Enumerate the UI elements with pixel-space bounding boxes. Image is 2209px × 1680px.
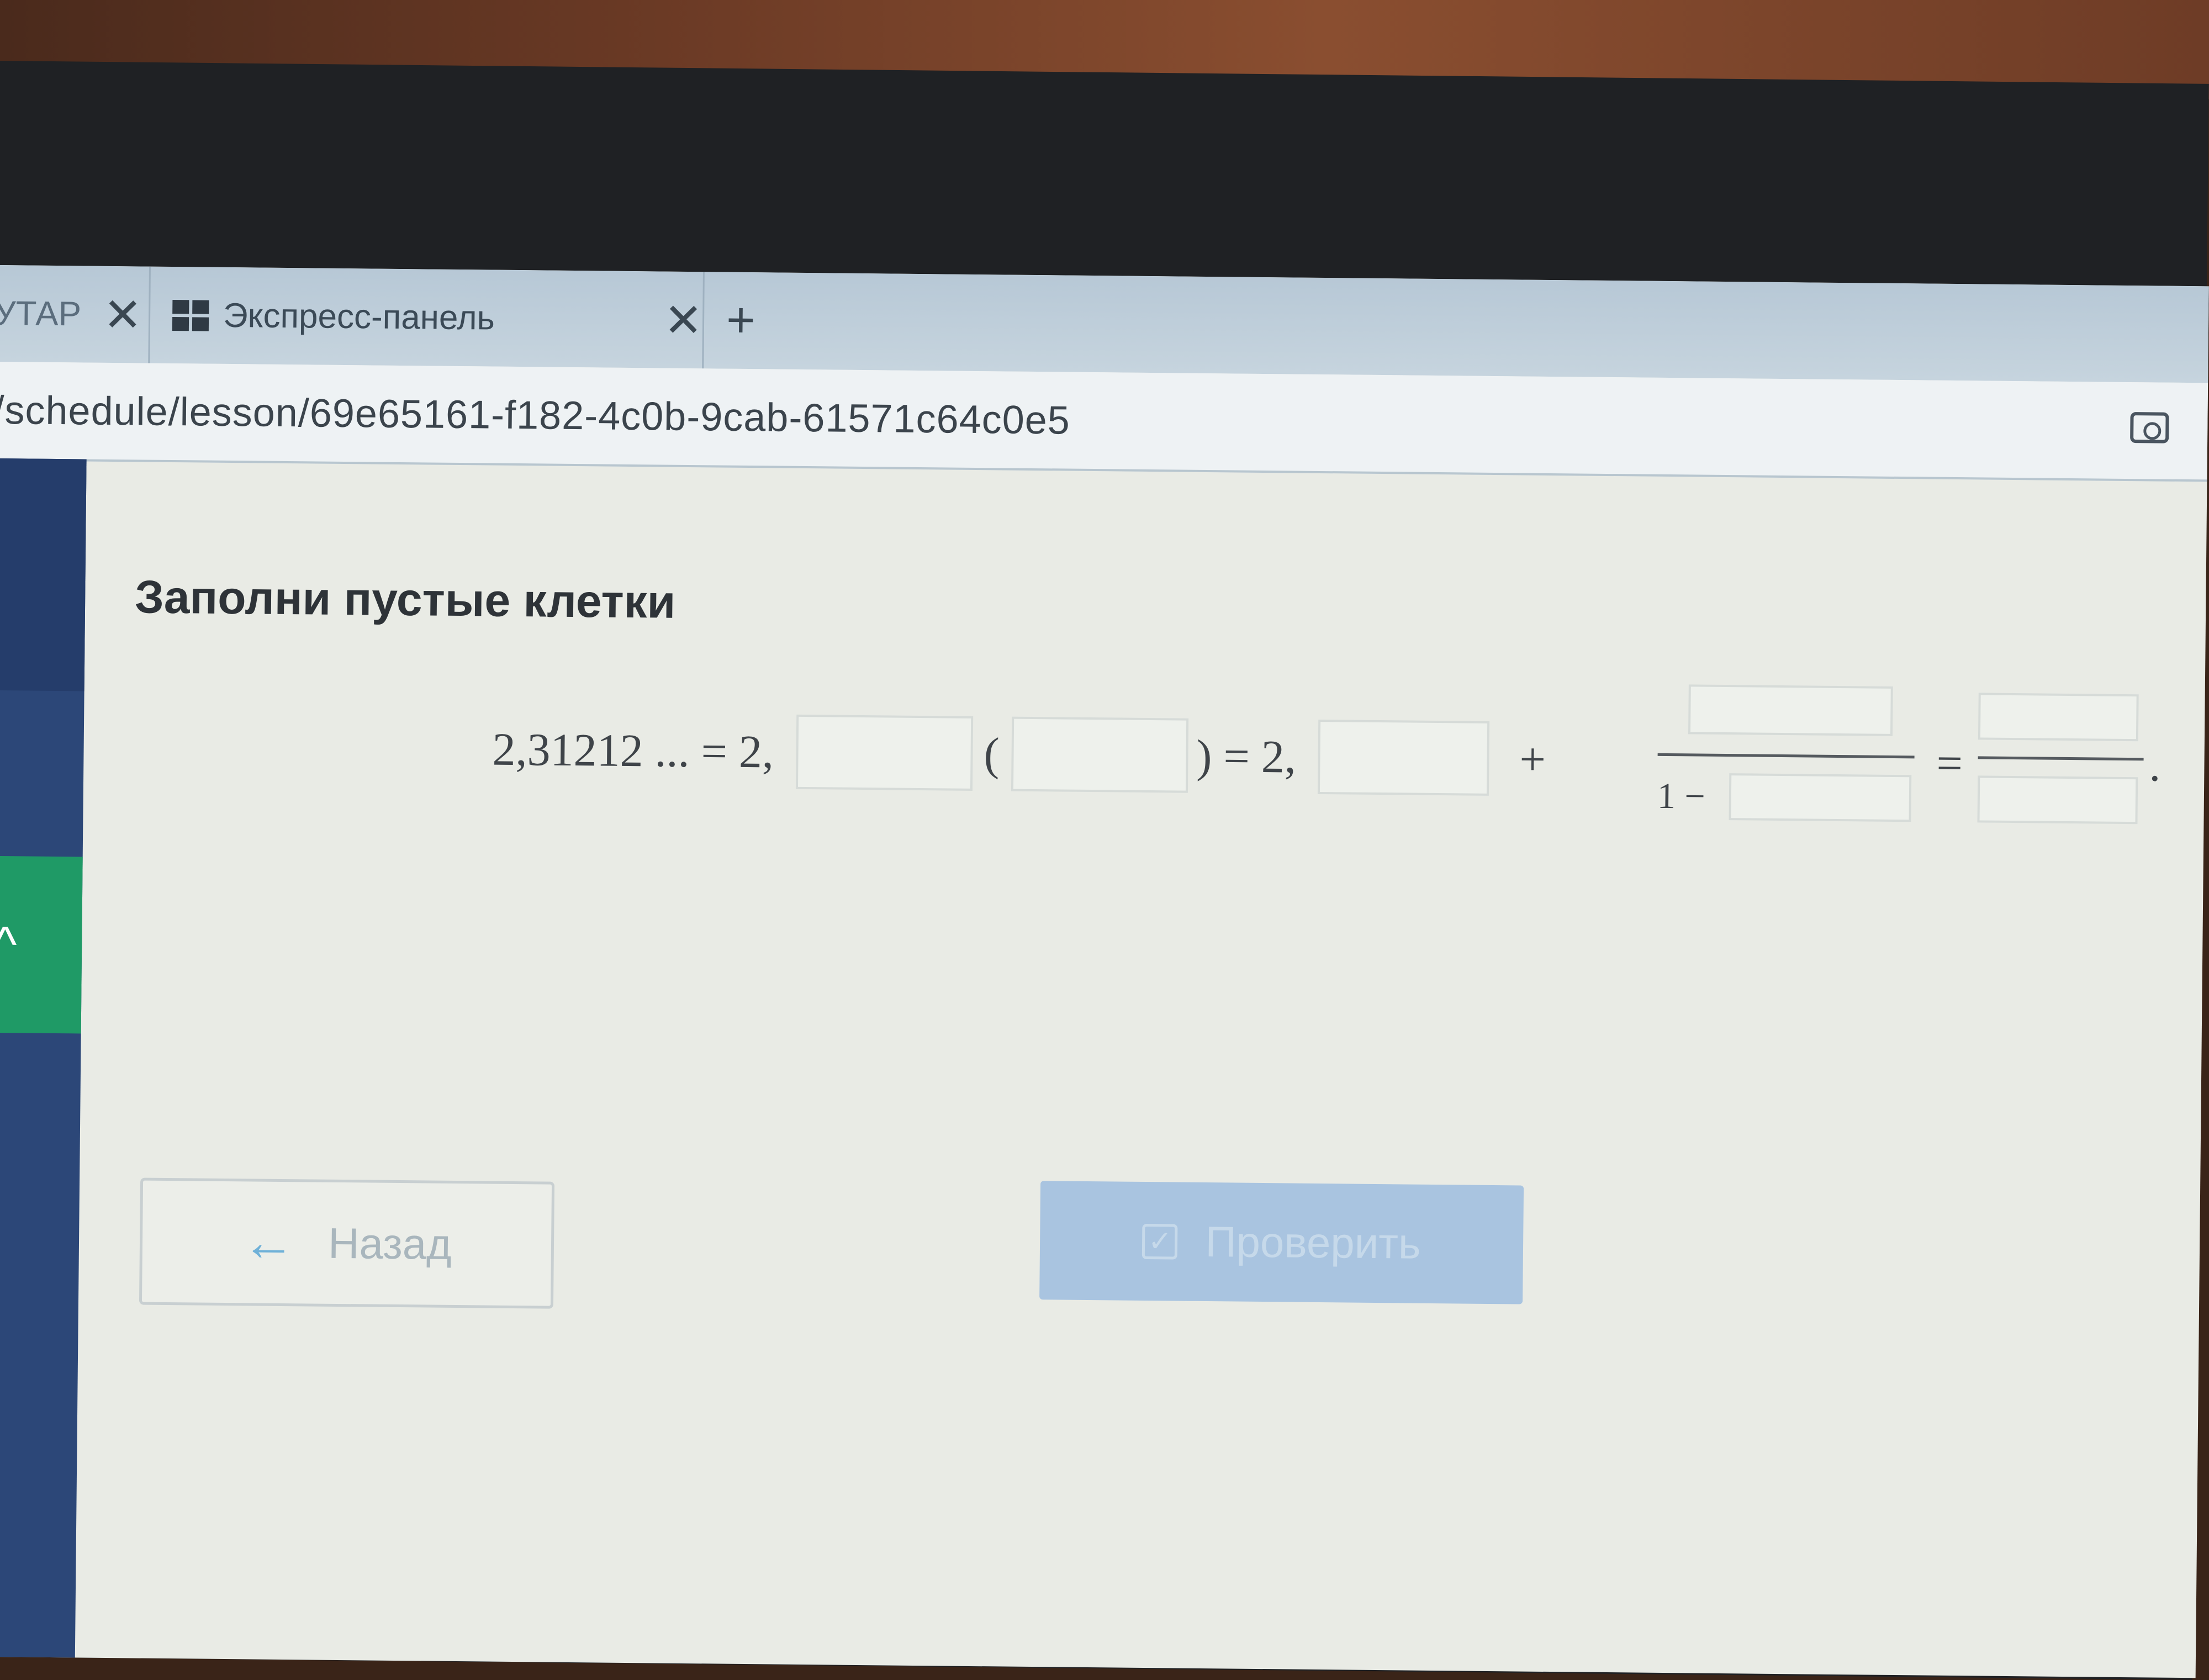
result-denominator-box[interactable] <box>1977 775 2138 825</box>
tab-label: УТАР <box>0 294 82 334</box>
back-button-label: Назад <box>327 1218 452 1269</box>
answer-box-1[interactable] <box>795 714 974 791</box>
back-button[interactable]: ← Назад <box>139 1177 555 1309</box>
new-tab-button[interactable]: + <box>726 292 756 349</box>
period: . <box>2149 739 2161 791</box>
result-numerator-box[interactable] <box>1978 693 2139 742</box>
url-text[interactable]: /schedule/lesson/69e65161-f182-4c0b-9cab… <box>0 387 1070 443</box>
browser-window: УТАР ✕ Экспресс-панель ✕ + /schedule/les… <box>0 265 2209 1678</box>
check-button[interactable]: ✓ Проверить <box>1039 1181 1524 1304</box>
result-fraction-line <box>1978 756 2144 761</box>
equals-sign: = <box>1936 737 1963 790</box>
fraction-line <box>1657 753 1915 759</box>
plus-sign: + <box>1519 733 1546 785</box>
numerator-box[interactable] <box>1688 684 1893 736</box>
answer-box-3[interactable] <box>1317 719 1490 796</box>
denominator-box[interactable] <box>1729 773 1912 822</box>
sidebar: ^ <box>0 458 87 1674</box>
grid-icon <box>172 299 209 331</box>
denominator-prefix: 1 − <box>1657 775 1705 817</box>
close-icon[interactable]: ✕ <box>664 293 703 347</box>
camera-icon[interactable] <box>2130 412 2169 443</box>
chevron-up-icon[interactable]: ^ <box>0 916 17 973</box>
tab-previous[interactable]: УТАР ✕ <box>0 265 151 363</box>
answer-box-2[interactable] <box>1011 716 1189 793</box>
check-button-label: Проверить <box>1205 1217 1421 1268</box>
arrow-left-icon: ← <box>241 1212 295 1272</box>
equation-lhs: 2,31212 ... = 2, <box>492 723 774 778</box>
equation: 2,31212 ... = 2, ( ) = 2, + 1 − = . <box>492 673 2161 854</box>
tab-express-panel[interactable]: Экспресс-панель ✕ <box>150 266 705 369</box>
checkbox-icon: ✓ <box>1142 1223 1178 1260</box>
sidebar-item-active[interactable]: ^ <box>0 855 83 1034</box>
close-paren-equals: ) = 2, <box>1196 730 1297 783</box>
task-title: Заполни пустые клетки <box>134 570 676 628</box>
close-icon[interactable]: ✕ <box>103 287 142 342</box>
lesson-content: Заполни пустые клетки 2,31212 ... = 2, (… <box>125 459 2180 1678</box>
sidebar-top <box>0 458 87 691</box>
tab-label: Экспресс-панель <box>223 296 495 337</box>
open-paren: ( <box>984 728 1000 780</box>
